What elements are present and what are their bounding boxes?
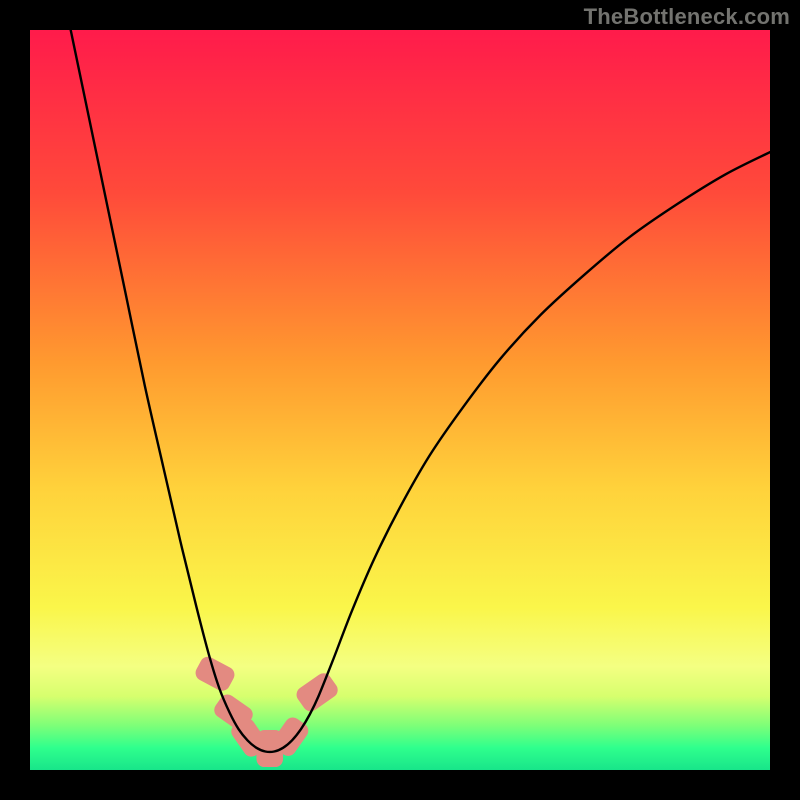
watermark-text: TheBottleneck.com: [584, 4, 790, 30]
chart-background: [30, 30, 770, 770]
chart-stage: TheBottleneck.com: [0, 0, 800, 800]
chart-plot-area: [30, 30, 770, 770]
chart-svg: [30, 30, 770, 770]
